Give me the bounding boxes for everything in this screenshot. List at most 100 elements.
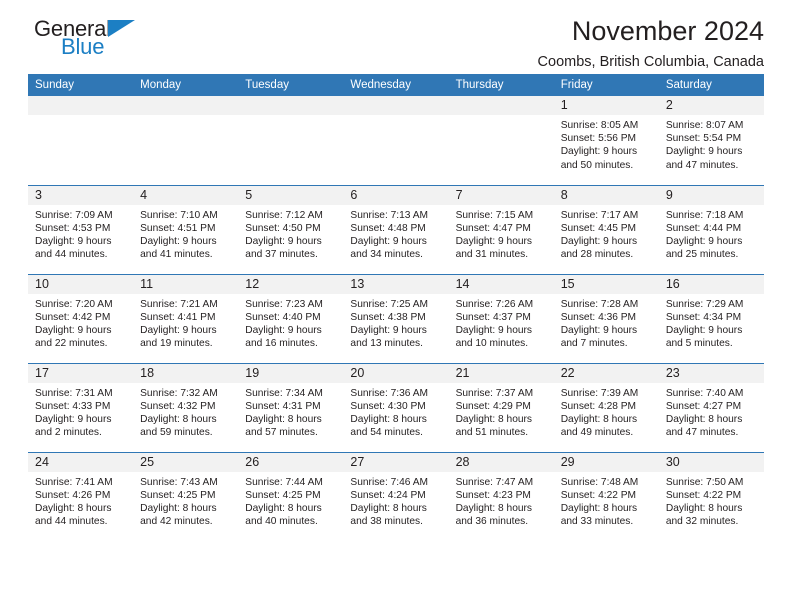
- calendar-day-cell[interactable]: 30 Sunrise: 7:50 AM Sunset: 4:22 PM Dayligh…: [658, 452, 764, 541]
- day-detail-line: Sunrise: 7:36 AM: [350, 387, 429, 399]
- calendar-day-cell[interactable]: 7 Sunrise: 7:15 AM Sunset: 4:47 PM Daylight…: [448, 185, 554, 274]
- calendar-day-cell[interactable]: 3 Sunrise: 7:09 AM Sunset: 4:53 PM Daylight…: [28, 185, 134, 274]
- calendar-week-row: 17 Sunrise: 7:31 AM Sunset: 4:33 PM Dayligh…: [28, 363, 764, 452]
- calendar-day-cell[interactable]: 4 Sunrise: 7:10 AM Sunset: 4:51 PM Daylight…: [133, 185, 239, 274]
- day-detail-line: and 16 minutes.: [245, 338, 318, 350]
- day-number: 12: [238, 274, 344, 294]
- day-detail-line: and 44 minutes.: [35, 516, 108, 528]
- calendar-day-cell[interactable]: 27 Sunrise: 7:46 AM Sunset: 4:24 PM Dayligh…: [343, 452, 449, 541]
- day-number: 11: [133, 274, 239, 294]
- day-detail-line: Sunrise: 7:10 AM: [140, 209, 218, 221]
- calendar-day-cell[interactable]: 14 Sunrise: 7:26 AM Sunset: 4:37 PM Dayligh…: [448, 274, 554, 363]
- day-detail-line: and 41 minutes.: [140, 249, 213, 261]
- weekday-header-wednesday: Wednesday: [343, 74, 449, 96]
- calendar-body: 1 Sunrise: 8:05 AM Sunset: 5:56 PM Daylight…: [28, 96, 764, 541]
- day-detail-line: Sunrise: 7:18 AM: [665, 209, 744, 221]
- calendar-day-cell[interactable]: 20 Sunrise: 7:36 AM Sunset: 4:30 PM Dayligh…: [343, 363, 449, 452]
- calendar-day-cell[interactable]: 5 Sunrise: 7:12 AM Sunset: 4:50 PM Daylight…: [238, 185, 344, 274]
- day-detail-line: Sunrise: 7:46 AM: [350, 476, 429, 488]
- calendar-day-cell[interactable]: 11 Sunrise: 7:21 AM Sunset: 4:41 PM Dayligh…: [133, 274, 239, 363]
- calendar-day-cell[interactable]: 29 Sunrise: 7:48 AM Sunset: 4:22 PM Dayligh…: [553, 452, 659, 541]
- day-detail-line: Sunset: 4:36 PM: [560, 311, 637, 323]
- day-number: 29: [553, 452, 659, 472]
- calendar-week-row: 24 Sunrise: 7:41 AM Sunset: 4:26 PM Dayligh…: [28, 452, 764, 541]
- calendar-day-cell[interactable]: 19 Sunrise: 7:34 AM Sunset: 4:31 PM Dayligh…: [238, 363, 344, 452]
- calendar-day-cell[interactable]: 2 Sunrise: 8:07 AM Sunset: 5:54 PM Daylight…: [658, 96, 764, 185]
- day-number: 7: [448, 185, 554, 205]
- day-detail-line: Daylight: 9 hours: [455, 235, 533, 247]
- calendar-day-cell[interactable]: 25 Sunrise: 7:43 AM Sunset: 4:25 PM Dayligh…: [133, 452, 239, 541]
- day-detail-line: Daylight: 8 hours: [665, 413, 743, 425]
- calendar-day-cell[interactable]: 1 Sunrise: 8:05 AM Sunset: 5:56 PM Daylight…: [553, 96, 659, 185]
- day-detail-line: Daylight: 8 hours: [560, 502, 638, 514]
- calendar-day-cell-empty: [28, 96, 134, 185]
- day-detail-text: Sunrise: 7:31 AM Sunset: 4:33 PM Daylight:…: [28, 383, 133, 440]
- day-detail-line: Sunrise: 7:29 AM: [665, 298, 744, 310]
- day-detail-text: Sunrise: 7:25 AM Sunset: 4:38 PM Daylight:…: [343, 294, 448, 351]
- day-detail-line: and 40 minutes.: [245, 516, 318, 528]
- weekday-header-friday: Friday: [553, 74, 659, 96]
- calendar-day-cell[interactable]: 24 Sunrise: 7:41 AM Sunset: 4:26 PM Dayligh…: [28, 452, 134, 541]
- day-detail-line: and 51 minutes.: [455, 427, 529, 439]
- calendar-day-cell[interactable]: 15 Sunrise: 7:28 AM Sunset: 4:36 PM Dayligh…: [553, 274, 659, 363]
- day-detail-line: Sunset: 4:31 PM: [245, 400, 321, 412]
- day-detail-text: Sunrise: 7:10 AM Sunset: 4:51 PM Daylight:…: [133, 205, 238, 262]
- day-detail-line: Daylight: 9 hours: [140, 324, 217, 336]
- day-detail-line: Sunrise: 7:13 AM: [350, 209, 429, 221]
- page-title: November 2024: [571, 16, 764, 46]
- day-detail-line: and 13 minutes.: [350, 338, 423, 350]
- day-detail-line: Sunset: 4:53 PM: [35, 222, 111, 234]
- calendar-week-row: 1 Sunrise: 8:05 AM Sunset: 5:56 PM Daylight…: [28, 96, 764, 185]
- calendar-day-cell[interactable]: 23 Sunrise: 7:40 AM Sunset: 4:27 PM Dayligh…: [658, 363, 764, 452]
- calendar-day-cell[interactable]: 18 Sunrise: 7:32 AM Sunset: 4:32 PM Dayligh…: [133, 363, 239, 452]
- day-number: 4: [133, 185, 239, 205]
- day-detail-line: Sunset: 4:33 PM: [35, 400, 111, 412]
- calendar-day-cell[interactable]: 21 Sunrise: 7:37 AM Sunset: 4:29 PM Dayligh…: [448, 363, 554, 452]
- day-detail-line: Sunrise: 7:20 AM: [35, 298, 113, 310]
- day-number: 23: [658, 363, 764, 383]
- day-number: 14: [448, 274, 554, 294]
- day-number: 16: [658, 274, 764, 294]
- day-detail-line: and 57 minutes.: [245, 427, 318, 439]
- day-detail-line: and 37 minutes.: [245, 249, 318, 261]
- day-detail-line: Sunset: 4:44 PM: [665, 222, 742, 234]
- calendar-day-cell[interactable]: 28 Sunrise: 7:47 AM Sunset: 4:23 PM Dayligh…: [448, 452, 554, 541]
- day-detail-line: Daylight: 8 hours: [245, 502, 322, 514]
- day-detail-line: Daylight: 9 hours: [245, 235, 322, 247]
- calendar-day-cell[interactable]: 10 Sunrise: 7:20 AM Sunset: 4:42 PM Dayligh…: [28, 274, 134, 363]
- day-detail-line: and 2 minutes.: [35, 427, 102, 439]
- day-detail-line: and 33 minutes.: [560, 516, 634, 528]
- day-detail-text: Sunrise: 7:39 AM Sunset: 4:28 PM Daylight:…: [554, 383, 659, 440]
- day-detail-line: Sunrise: 7:09 AM: [35, 209, 113, 221]
- calendar-day-cell[interactable]: 26 Sunrise: 7:44 AM Sunset: 4:25 PM Dayligh…: [238, 452, 344, 541]
- day-detail-line: Sunrise: 7:43 AM: [140, 476, 218, 488]
- calendar-day-cell[interactable]: 17 Sunrise: 7:31 AM Sunset: 4:33 PM Dayligh…: [28, 363, 134, 452]
- calendar-day-cell[interactable]: 8 Sunrise: 7:17 AM Sunset: 4:45 PM Daylight…: [553, 185, 659, 274]
- day-detail-line: Sunrise: 7:39 AM: [560, 387, 639, 399]
- day-detail-line: and 38 minutes.: [350, 516, 423, 528]
- day-detail-line: Sunset: 4:42 PM: [35, 311, 111, 323]
- calendar-day-cell[interactable]: 22 Sunrise: 7:39 AM Sunset: 4:28 PM Dayligh…: [553, 363, 659, 452]
- calendar-day-cell[interactable]: 16 Sunrise: 7:29 AM Sunset: 4:34 PM Dayligh…: [658, 274, 764, 363]
- weekday-header-saturday: Saturday: [658, 74, 764, 96]
- day-detail-line: and 59 minutes.: [140, 427, 213, 439]
- day-detail-line: and 54 minutes.: [350, 427, 423, 439]
- calendar-day-cell[interactable]: 12 Sunrise: 7:23 AM Sunset: 4:40 PM Dayligh…: [238, 274, 344, 363]
- calendar-day-cell-empty: [448, 96, 554, 185]
- calendar-day-cell[interactable]: 13 Sunrise: 7:25 AM Sunset: 4:38 PM Dayligh…: [343, 274, 449, 363]
- day-detail-line: Sunset: 4:45 PM: [560, 222, 637, 234]
- day-detail-line: Daylight: 9 hours: [455, 324, 533, 336]
- day-detail-text: Sunrise: 7:37 AM Sunset: 4:29 PM Daylight:…: [449, 383, 554, 440]
- day-detail-text: Sunrise: 7:40 AM Sunset: 4:27 PM Daylight:…: [659, 383, 764, 440]
- day-number: 30: [658, 452, 764, 472]
- day-detail-line: Sunrise: 7:44 AM: [245, 476, 323, 488]
- day-number: 24: [28, 452, 134, 472]
- day-detail-line: Daylight: 9 hours: [35, 413, 112, 425]
- day-detail-text: Sunrise: 7:46 AM Sunset: 4:24 PM Daylight:…: [343, 472, 448, 529]
- day-detail-line: Sunrise: 8:07 AM: [665, 120, 744, 131]
- day-number: 17: [28, 363, 134, 383]
- day-number: 21: [448, 363, 554, 383]
- calendar-day-cell[interactable]: 6 Sunrise: 7:13 AM Sunset: 4:48 PM Daylight…: [343, 185, 449, 274]
- calendar-day-cell[interactable]: 9 Sunrise: 7:18 AM Sunset: 4:44 PM Daylight…: [658, 185, 764, 274]
- day-number: 20: [343, 363, 449, 383]
